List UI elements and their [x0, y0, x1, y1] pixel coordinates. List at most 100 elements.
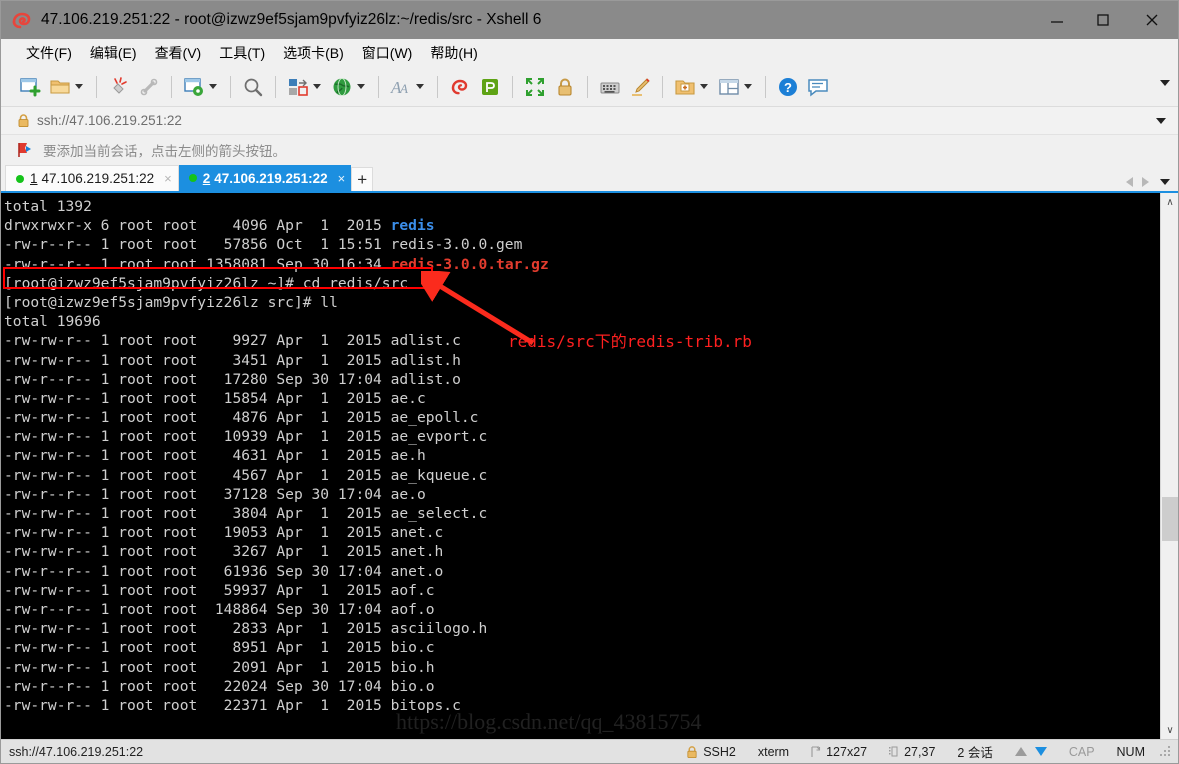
menu-view[interactable]: 查看(V) — [146, 40, 211, 66]
terminal-line: -rw-rw-r-- 1 root root 19053 Apr 1 2015 … — [4, 523, 1160, 542]
highlight-pen-button[interactable] — [625, 72, 655, 102]
add-folder-icon — [674, 76, 696, 98]
layout-transfer-button[interactable] — [283, 72, 327, 102]
menu-tabs[interactable]: 选项卡(B) — [274, 40, 353, 66]
toolbar: A A — [1, 67, 1178, 107]
session-properties-icon — [183, 76, 205, 98]
terminal-line: -rw-r--r-- 1 root root 61936 Sep 30 17:0… — [4, 562, 1160, 581]
address-bar[interactable]: ssh://47.106.219.251:22 — [1, 107, 1178, 135]
session-properties-button[interactable] — [179, 72, 223, 102]
terminal-line: -rw-r--r-- 1 root root 57856 Oct 1 15:51… — [4, 235, 1160, 254]
lock-icon — [686, 745, 698, 759]
terminal-line: -rw-rw-r-- 1 root root 59937 Apr 1 2015 … — [4, 581, 1160, 600]
bookmark-flag-icon — [17, 142, 35, 158]
open-folder-chevron-down-icon[interactable] — [75, 84, 83, 89]
tab-2-close-icon[interactable]: × — [328, 171, 346, 186]
tab-list-icon[interactable] — [1160, 179, 1170, 185]
terminal-text: [root@izwz9ef5sjam9pvfyiz26lz ~]# cd red… — [4, 275, 408, 292]
reconnect-icon — [108, 76, 130, 98]
new-tab-button[interactable]: + — [351, 167, 373, 191]
scrollbar-up-arrow-icon[interactable]: ∧ — [1161, 193, 1178, 211]
toolbar-separator — [512, 76, 513, 98]
toolbar-separator — [230, 76, 231, 98]
find-icon — [242, 76, 264, 98]
scrollbar-thumb[interactable] — [1162, 497, 1178, 541]
status-size-cell: 127x27 — [800, 745, 878, 759]
layout-transfer-icon — [287, 76, 309, 98]
font-chevron-down-icon[interactable] — [416, 84, 424, 89]
terminal-line: -rw-rw-r-- 1 root root 4876 Apr 1 2015 a… — [4, 408, 1160, 427]
status-num-lock: NUM — [1106, 745, 1156, 759]
globe-button[interactable] — [327, 72, 371, 102]
address-bar-chevron-down-icon[interactable] — [1156, 118, 1166, 124]
help-icon: ? — [777, 76, 799, 98]
fullscreen-icon — [524, 76, 546, 98]
reconnect-button[interactable] — [104, 72, 134, 102]
tab-session-2[interactable]: 2 47.106.219.251:22 × — [179, 165, 351, 191]
terminal-text: -rw-r--r-- 1 root root 22024 Sep 30 17:0… — [4, 678, 435, 695]
terminal-text: -rw-rw-r-- 1 root root 15854 Apr 1 2015 … — [4, 390, 426, 407]
notice-bar: 要添加当前会话，点击左侧的箭头按钮。 — [1, 135, 1178, 165]
svg-text:?: ? — [784, 80, 792, 95]
split-view-chevron-down-icon[interactable] — [744, 84, 752, 89]
scrollbar-down-arrow-icon[interactable]: ∨ — [1161, 721, 1178, 739]
window-controls — [1034, 1, 1178, 39]
session-properties-chevron-down-icon[interactable] — [209, 84, 217, 89]
terminal-text: -rw-rw-r-- 1 root root 3451 Apr 1 2015 a… — [4, 352, 461, 369]
xftp-button[interactable] — [445, 72, 475, 102]
terminal-scrollbar[interactable]: ∧ ∨ — [1160, 193, 1178, 739]
terminal-text: -rw-rw-r-- 1 root root 4876 Apr 1 2015 a… — [4, 409, 478, 426]
add-folder-button[interactable] — [670, 72, 714, 102]
add-folder-chevron-down-icon[interactable] — [700, 84, 708, 89]
minimize-button[interactable] — [1034, 1, 1080, 39]
status-caps-lock: CAP — [1058, 745, 1106, 759]
tab-session-1[interactable]: 1 47.106.219.251:22 × — [5, 165, 179, 191]
menu-window[interactable]: 窗口(W) — [353, 40, 422, 66]
chat-button[interactable] — [803, 72, 833, 102]
terminal-text: -rw-rw-r-- 1 root root 3804 Apr 1 2015 a… — [4, 505, 487, 522]
font-icon: A A — [390, 76, 412, 98]
toolbar-separator — [275, 76, 276, 98]
tab-status-dot-icon — [189, 174, 197, 182]
terminal-line: -rw-r--r-- 1 root root 37128 Sep 30 17:0… — [4, 485, 1160, 504]
tab-1-number: 1 — [30, 171, 38, 186]
font-button[interactable]: A A — [386, 72, 430, 102]
find-button[interactable] — [238, 72, 268, 102]
resize-grip[interactable] — [1160, 746, 1172, 758]
terminal-text: -rw-rw-r-- 1 root root 8951 Apr 1 2015 b… — [4, 639, 435, 656]
terminal-text: -rw-rw-r-- 1 root root 10939 Apr 1 2015 … — [4, 428, 487, 445]
menu-edit[interactable]: 编辑(E) — [81, 40, 146, 66]
open-folder-button[interactable] — [45, 72, 89, 102]
xagent-button[interactable] — [475, 72, 505, 102]
toolbar-separator — [171, 76, 172, 98]
lock-button[interactable] — [550, 72, 580, 102]
terminal-text: -rw-r--r-- 1 root root 57856 Oct 1 15:51… — [4, 236, 522, 253]
terminal-text: redis — [391, 217, 435, 234]
fullscreen-button[interactable] — [520, 72, 550, 102]
split-view-button[interactable] — [714, 72, 758, 102]
status-cursor-cell: 27,37 — [878, 745, 946, 759]
xftp-icon — [449, 76, 471, 98]
menu-file[interactable]: 文件(F) — [17, 40, 81, 66]
tab-navigation — [1126, 177, 1170, 187]
tab-1-close-icon[interactable]: × — [154, 171, 172, 186]
tab-next-icon[interactable] — [1142, 177, 1149, 187]
menu-tools[interactable]: 工具(T) — [210, 40, 274, 66]
terminal-line: total 1392 — [4, 197, 1160, 216]
help-button[interactable]: ? — [773, 72, 803, 102]
lock-icon — [17, 113, 30, 128]
toolbar-overflow-icon[interactable] — [1160, 80, 1170, 86]
disconnect-icon — [138, 76, 160, 98]
terminal-text: -rw-rw-r-- 1 root root 4567 Apr 1 2015 a… — [4, 467, 487, 484]
keyboard-button[interactable] — [595, 72, 625, 102]
menu-help[interactable]: 帮助(H) — [421, 40, 486, 66]
new-session-button[interactable] — [15, 72, 45, 102]
maximize-button[interactable] — [1080, 1, 1126, 39]
layout-transfer-chevron-down-icon[interactable] — [313, 84, 321, 89]
globe-chevron-down-icon[interactable] — [357, 84, 365, 89]
close-button[interactable] — [1126, 1, 1178, 39]
terminal-line: -rw-rw-r-- 1 root root 8951 Apr 1 2015 b… — [4, 638, 1160, 657]
tab-prev-icon[interactable] — [1126, 177, 1133, 187]
disconnect-button[interactable] — [134, 72, 164, 102]
address-bar-url: ssh://47.106.219.251:22 — [37, 113, 182, 128]
